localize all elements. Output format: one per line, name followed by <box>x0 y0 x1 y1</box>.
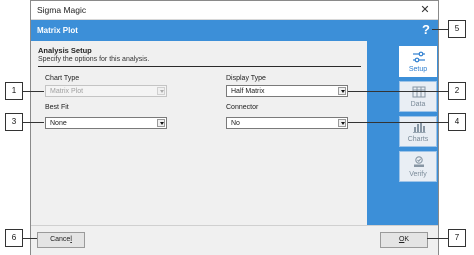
callout-4: 4 <box>448 113 466 131</box>
cancel-button[interactable]: Cancel <box>37 232 85 248</box>
dialog-footer: Cancel OK <box>31 225 438 255</box>
tab-charts-label: Charts <box>407 136 429 143</box>
callout-4-line <box>348 122 448 123</box>
connector-select[interactable]: No <box>226 117 348 129</box>
callout-7-line <box>427 238 448 239</box>
chart-type-label: Chart Type <box>45 75 80 82</box>
best-fit-label: Best Fit <box>45 104 69 111</box>
cancel-mnemonic: l <box>70 236 72 243</box>
tab-data-label: Data <box>410 101 426 108</box>
display-type-select[interactable]: Half Matrix <box>226 85 348 97</box>
callout-2: 2 <box>448 82 466 100</box>
ok-button[interactable]: OK <box>380 232 428 248</box>
callout-1-line <box>23 91 44 92</box>
navigation-sidebar: Setup Data Charts Verify <box>367 41 438 225</box>
check-stamp-icon <box>414 156 424 167</box>
callout-1: 1 <box>5 82 23 100</box>
cancel-button-text: Cance <box>50 236 71 243</box>
sliders-icon <box>413 51 425 63</box>
chart-type-select: Matrix Plot <box>45 85 167 97</box>
sigma-magic-dialog: Sigma Magic ✕ Matrix Plot ? Analysis Set… <box>30 0 439 255</box>
chevron-down-icon <box>157 87 165 95</box>
callout-7: 7 <box>448 229 466 247</box>
best-fit-select[interactable]: None <box>45 117 167 129</box>
chevron-down-icon[interactable] <box>157 119 165 127</box>
section-divider <box>38 66 361 67</box>
tab-setup-label: Setup <box>408 66 428 73</box>
connector-label: Connector <box>226 104 259 111</box>
tab-verify-label: Verify <box>409 171 427 178</box>
chevron-down-icon[interactable] <box>338 119 346 127</box>
dialog-header: Matrix Plot ? <box>31 20 438 41</box>
connector-value: No <box>231 119 240 127</box>
display-type-label: Display Type <box>226 75 266 82</box>
callout-3-line <box>23 122 44 123</box>
best-fit-value: None <box>50 119 67 127</box>
display-type-value: Half Matrix <box>231 87 265 95</box>
section-title: Analysis Setup <box>38 46 92 55</box>
dialog-header-title: Matrix Plot <box>37 26 78 35</box>
tab-setup[interactable]: Setup <box>399 46 437 77</box>
callout-5: 5 <box>448 20 466 38</box>
grid-icon <box>412 86 426 98</box>
chart-type-value: Matrix Plot <box>50 87 84 95</box>
tab-charts[interactable]: Charts <box>399 116 437 147</box>
ok-button-text: K <box>404 236 410 243</box>
setup-panel: Analysis Setup Specify the options for t… <box>31 41 367 225</box>
chevron-down-icon[interactable] <box>338 87 346 95</box>
callout-2-line <box>348 91 448 92</box>
window-title: Sigma Magic <box>37 5 87 15</box>
section-subtitle: Specify the options for this analysis. <box>38 56 150 63</box>
title-bar: Sigma Magic ✕ <box>31 1 438 20</box>
callout-5-line <box>432 29 448 30</box>
help-icon[interactable]: ? <box>422 22 430 38</box>
callout-6: 6 <box>5 229 23 247</box>
tab-verify[interactable]: Verify <box>399 151 437 182</box>
callout-6-line <box>23 238 37 239</box>
close-icon[interactable]: ✕ <box>418 3 432 17</box>
callout-3: 3 <box>5 113 23 131</box>
tab-data[interactable]: Data <box>399 81 437 112</box>
